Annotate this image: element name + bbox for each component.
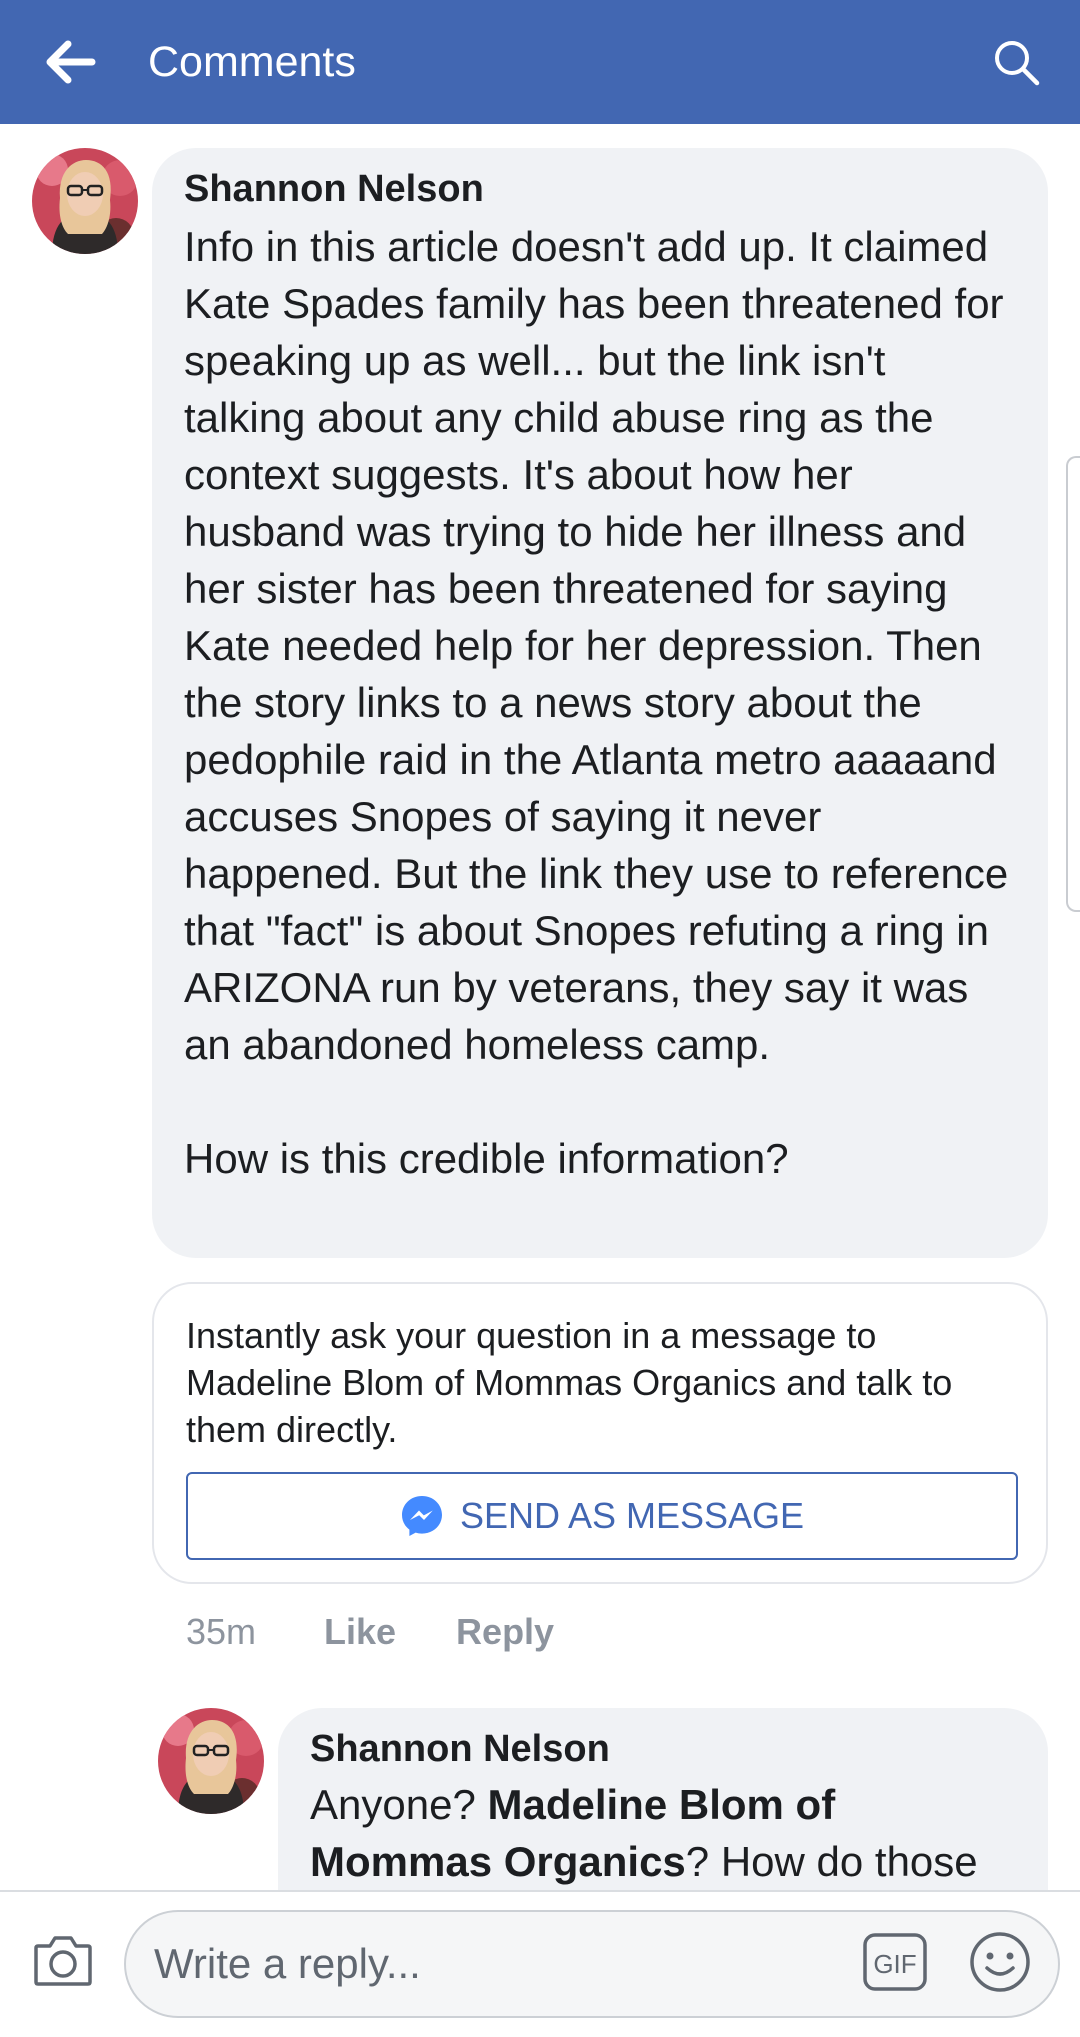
reply-text: Anyone? Madeline Blom of Mommas Organics… bbox=[310, 1776, 1016, 1890]
messenger-icon bbox=[401, 1496, 442, 1536]
reply-author[interactable]: Shannon Nelson bbox=[310, 1726, 1016, 1772]
comment-actions: 35m Like Reply bbox=[186, 1606, 614, 1658]
page-title: Comments bbox=[148, 38, 356, 86]
reply-button[interactable]: Reply bbox=[456, 1606, 554, 1658]
app-header: Comments bbox=[0, 0, 1080, 124]
scrollbar[interactable] bbox=[1066, 456, 1080, 912]
send-as-message-button[interactable]: SEND AS MESSAGE bbox=[186, 1472, 1018, 1560]
comment-text: Info in this article doesn't add up. It … bbox=[184, 223, 1009, 1182]
avatar-image bbox=[158, 1708, 264, 1814]
reply-avatar[interactable] bbox=[158, 1708, 264, 1814]
camera-icon[interactable] bbox=[32, 1932, 94, 1988]
emoji-icon[interactable] bbox=[968, 1930, 1032, 1994]
gif-label: GIF bbox=[873, 1949, 916, 1979]
like-button[interactable]: Like bbox=[324, 1606, 396, 1658]
message-prompt-text: Instantly ask your question in a message… bbox=[186, 1315, 953, 1450]
reply-composer: GIF bbox=[0, 1890, 1080, 2037]
comment-bubble[interactable]: Shannon Nelson Info in this article does… bbox=[152, 148, 1048, 1258]
search-icon[interactable] bbox=[992, 38, 1040, 86]
comment-timestamp[interactable]: 35m bbox=[186, 1606, 324, 1658]
gif-icon[interactable]: GIF bbox=[862, 1932, 928, 1992]
reply-text-before: Anyone? bbox=[310, 1781, 488, 1828]
message-prompt-card: Instantly ask your question in a message… bbox=[152, 1282, 1048, 1584]
back-arrow-icon[interactable] bbox=[46, 40, 96, 84]
send-as-message-label: SEND AS MESSAGE bbox=[459, 1495, 805, 1536]
avatar[interactable] bbox=[32, 148, 138, 254]
avatar-image bbox=[32, 148, 138, 254]
comment-author[interactable]: Shannon Nelson bbox=[184, 166, 1016, 212]
reply-text-after: ? How do those bbox=[685, 1838, 978, 1885]
